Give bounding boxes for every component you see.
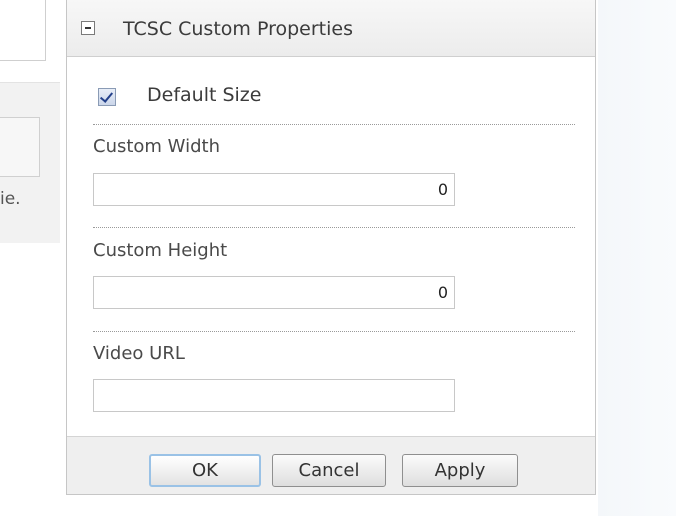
default-size-label: Default Size (147, 84, 262, 106)
background-top-box (0, 0, 46, 61)
ok-button[interactable]: OK (149, 454, 261, 487)
default-size-checkbox[interactable] (98, 88, 116, 106)
custom-height-label: Custom Height (93, 240, 228, 261)
video-url-input[interactable] (93, 379, 455, 412)
apply-button[interactable]: Apply (402, 454, 518, 487)
separator (93, 227, 575, 228)
background-right-area (598, 0, 676, 516)
video-url-label: Video URL (93, 343, 185, 364)
cancel-button[interactable]: Cancel (272, 454, 386, 487)
background-left-panel: ie. (0, 82, 60, 243)
collapse-icon[interactable] (81, 21, 95, 35)
custom-height-input[interactable] (93, 276, 455, 309)
background-text-fragment: ie. (0, 189, 21, 209)
button-bar: OK Cancel Apply (67, 436, 595, 494)
separator (93, 124, 575, 125)
custom-properties-panel: TCSC Custom Properties Default Size Cust… (66, 0, 596, 495)
separator (93, 331, 575, 332)
custom-width-input[interactable] (93, 173, 455, 206)
panel-title: TCSC Custom Properties (123, 18, 353, 40)
custom-width-label: Custom Width (93, 136, 220, 157)
background-left-inner-box (0, 117, 40, 177)
panel-header[interactable]: TCSC Custom Properties (67, 0, 595, 57)
